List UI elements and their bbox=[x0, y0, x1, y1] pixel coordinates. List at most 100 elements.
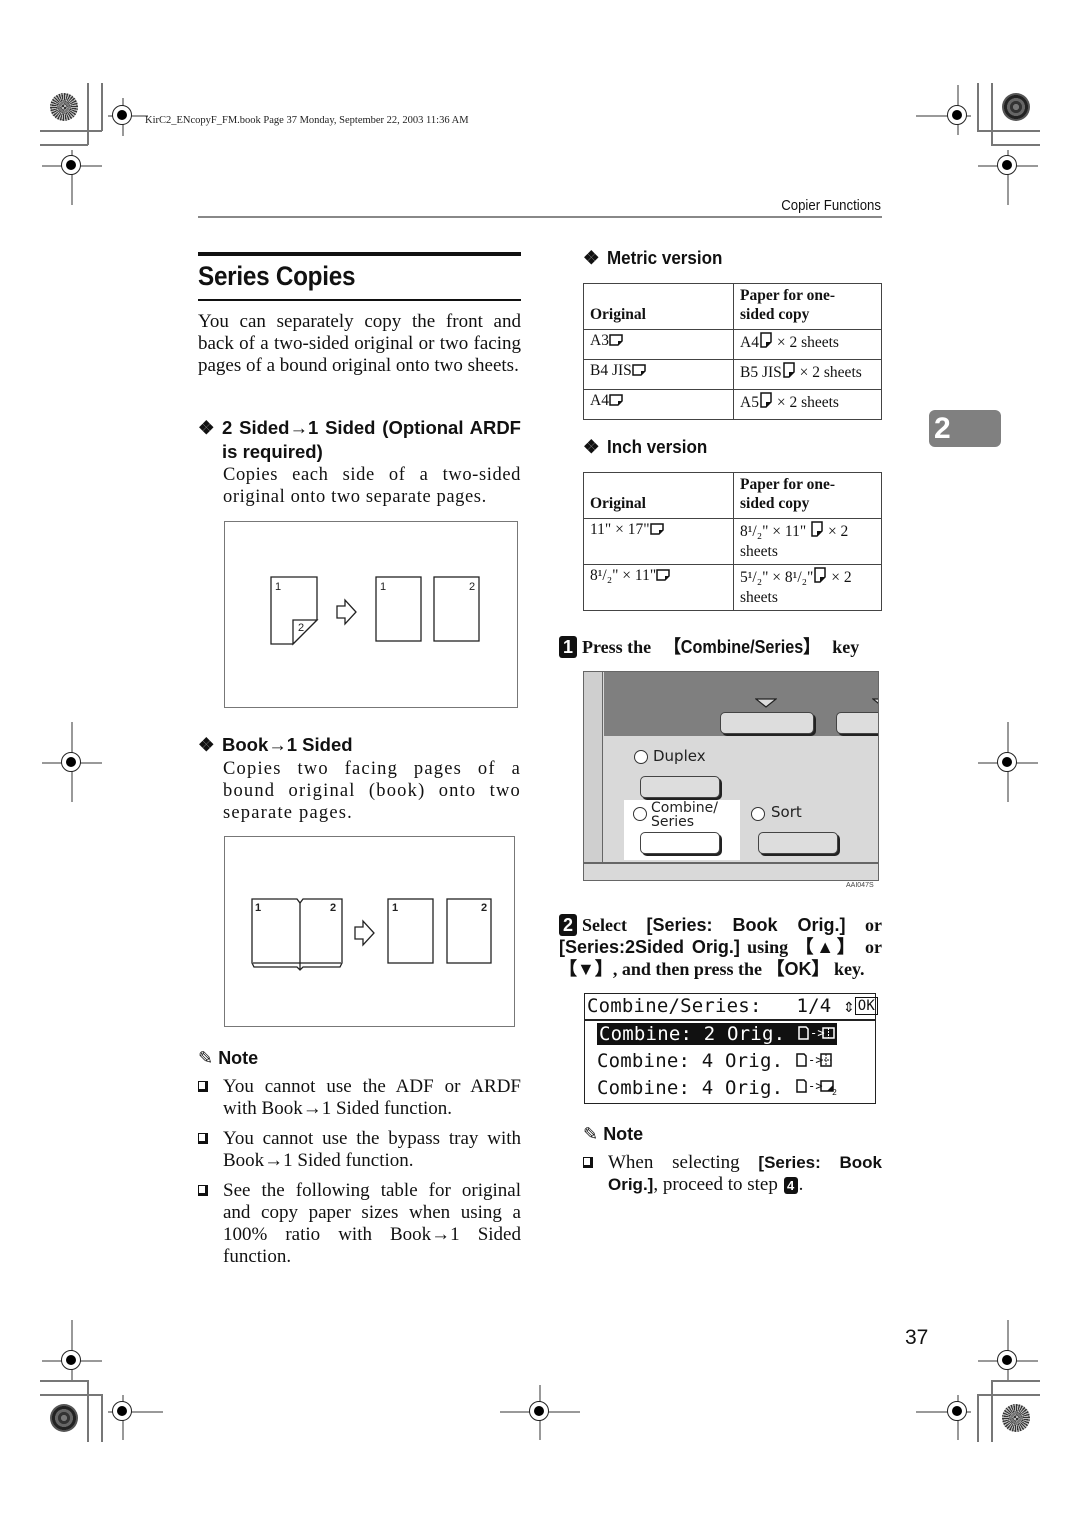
title-rule-top bbox=[198, 252, 521, 256]
checkbox-bullet-icon bbox=[198, 1185, 208, 1196]
ok-button-icon[interactable]: OK bbox=[854, 997, 878, 1015]
page-label: 1 bbox=[275, 581, 281, 593]
metric-heading: ❖ Metric version bbox=[583, 247, 723, 268]
registration-mark-icon bbox=[997, 155, 1017, 175]
arrow-right-icon bbox=[336, 598, 357, 626]
note-item: See the following table for original and… bbox=[198, 1180, 521, 1268]
combine-series-button[interactable] bbox=[640, 832, 720, 854]
original-cell: B4 JIS bbox=[583, 359, 734, 390]
book-diagram: 1 2 1 2 bbox=[251, 898, 492, 971]
combine-2in1-icon: -> bbox=[798, 1026, 835, 1040]
registration-mark-icon bbox=[947, 1401, 967, 1421]
pencil-icon: ✎ bbox=[583, 1124, 599, 1145]
table-row: A3 A4 × 2 sheets bbox=[583, 329, 882, 360]
combine-series-label: Combine/Series bbox=[651, 800, 718, 830]
function-key-button[interactable] bbox=[720, 712, 814, 734]
original-cell: 8¹/₂" × 11" bbox=[583, 564, 734, 611]
table-row: A4 A5 × 2 sheets bbox=[583, 389, 882, 420]
checkbox-bullet-icon bbox=[198, 1081, 208, 1092]
portrait-paper-icon bbox=[760, 332, 772, 348]
landscape-paper-icon bbox=[609, 394, 623, 406]
control-panel-illustration: Duplex Combine/Series Sort bbox=[583, 671, 879, 881]
sort-button[interactable] bbox=[758, 832, 838, 854]
chapter-tab: 2 bbox=[929, 410, 1001, 447]
lcd-screen: Combine/Series: 1/4 ⇕ OK Combine: 2 Orig.… bbox=[584, 993, 878, 1104]
note-left-list: You cannot use the ADF or ARDF with Book… bbox=[198, 1076, 521, 1268]
header-rule bbox=[198, 216, 882, 218]
registration-disk-icon bbox=[50, 1404, 78, 1432]
sort-label: Sort bbox=[771, 803, 802, 821]
subsection-title: Book→1 Sided bbox=[222, 734, 353, 755]
step-number-badge: 2 bbox=[559, 914, 577, 936]
page-label: 2 bbox=[481, 902, 487, 914]
portrait-paper-icon bbox=[783, 362, 795, 378]
registration-mark-icon bbox=[61, 1350, 81, 1370]
series-2sided-option: [Series:2Sided Orig.] bbox=[559, 937, 740, 957]
title-rule-bottom bbox=[198, 299, 521, 301]
page-number: 37 bbox=[905, 1326, 929, 1349]
lcd-menu-item[interactable]: Combine: 4 Orig. -> bbox=[597, 1049, 833, 1073]
combine-series-key-label: 【Combine/Series】 bbox=[664, 637, 820, 657]
registration-disk-icon bbox=[1002, 1404, 1030, 1432]
portrait-paper-icon bbox=[811, 521, 823, 537]
original-cell: A4 bbox=[583, 389, 734, 420]
duplex-diagram: 1 2 1 2 bbox=[270, 576, 480, 646]
triangle-down-icon bbox=[755, 698, 777, 708]
column-header: Original bbox=[583, 283, 734, 330]
portrait-paper-icon bbox=[814, 567, 827, 583]
sort-indicator-icon bbox=[751, 807, 765, 821]
step-number-badge: 1 bbox=[559, 636, 577, 658]
metric-table: Original Paper for one-sided copy A3 A4 … bbox=[583, 283, 882, 420]
file-info: KirC2_ENcopyF_FM.book Page 37 Monday, Se… bbox=[145, 115, 469, 126]
subsection-text: Copies each side of a two-sided original… bbox=[223, 465, 521, 507]
registration-mark-icon bbox=[529, 1401, 549, 1421]
registration-disk-icon bbox=[50, 93, 78, 121]
function-key-button[interactable] bbox=[836, 712, 878, 734]
note-right-heading: ✎ Note bbox=[583, 1124, 644, 1145]
page-label: 2 bbox=[298, 622, 304, 634]
up-down-arrows-icon: ⇕ bbox=[843, 995, 855, 1017]
registration-mark-icon bbox=[997, 752, 1017, 772]
figure-book-to-1sided: 1 2 1 2 bbox=[224, 836, 515, 1027]
subsection-text: Copies two facing pages of a bound origi… bbox=[223, 759, 521, 823]
registration-mark-icon bbox=[112, 1401, 132, 1421]
landscape-paper-icon bbox=[656, 569, 670, 581]
page-label: 1 bbox=[255, 902, 261, 914]
combine-series-indicator-icon bbox=[633, 807, 647, 821]
note-left-heading: ✎ Note bbox=[198, 1048, 259, 1069]
page-label: 2 bbox=[469, 581, 475, 593]
duplex-label: Duplex bbox=[653, 747, 706, 765]
down-key-label: 【▼】 bbox=[559, 959, 613, 979]
section-intro: You can separately copy the front and ba… bbox=[198, 311, 521, 376]
combine-4in1-icon: -> bbox=[796, 1053, 832, 1067]
diamond-bullet-icon: ❖ bbox=[198, 417, 215, 438]
column-header: Original bbox=[583, 472, 734, 519]
registration-mark-icon bbox=[947, 105, 967, 125]
diamond-bullet-icon: ❖ bbox=[583, 436, 600, 457]
table-header-row: Original Paper for one-sided copy bbox=[583, 472, 882, 519]
column-header: Paper for one-sided copy bbox=[733, 472, 882, 519]
note-item: You cannot use the ADF or ARDF with Book… bbox=[198, 1076, 521, 1120]
page-fold bbox=[292, 619, 319, 646]
checkbox-bullet-icon bbox=[583, 1157, 593, 1168]
registration-mark-icon bbox=[61, 155, 81, 175]
landscape-paper-icon bbox=[632, 364, 646, 376]
lcd-menu-item[interactable]: Combine: 4 Orig. -> 2 bbox=[597, 1076, 839, 1100]
inch-heading: ❖ Inch version bbox=[583, 436, 708, 457]
pencil-icon: ✎ bbox=[198, 1048, 214, 1069]
note-item: You cannot use the bypass tray with Book… bbox=[198, 1128, 521, 1172]
inch-table: Original Paper for one-sided copy 11" × … bbox=[583, 472, 882, 611]
landscape-paper-icon bbox=[649, 523, 664, 535]
diamond-bullet-icon: ❖ bbox=[583, 247, 600, 268]
duplex-button[interactable] bbox=[640, 776, 720, 798]
portrait-paper-icon bbox=[760, 392, 772, 408]
svg-text:2: 2 bbox=[832, 1088, 837, 1096]
copy-cell: 5¹/₂" × 8¹/₂" × 2 sheets bbox=[733, 564, 882, 611]
lcd-title-row: Combine/Series: 1/4 ⇕ OK bbox=[587, 994, 878, 1018]
copy-cell: A5 × 2 sheets bbox=[733, 389, 882, 420]
lcd-menu-item[interactable]: Combine: 2 Orig. -> bbox=[597, 1022, 837, 1046]
checkbox-bullet-icon bbox=[198, 1133, 208, 1144]
subsection-heading-2sided: ❖ 2 Sided→1 Sided (Optional ARDF is requ… bbox=[198, 416, 521, 464]
registration-mark-icon bbox=[61, 752, 81, 772]
table-row: 11" × 17" 8¹/₂" × 11" × 2 sheets bbox=[583, 518, 882, 565]
